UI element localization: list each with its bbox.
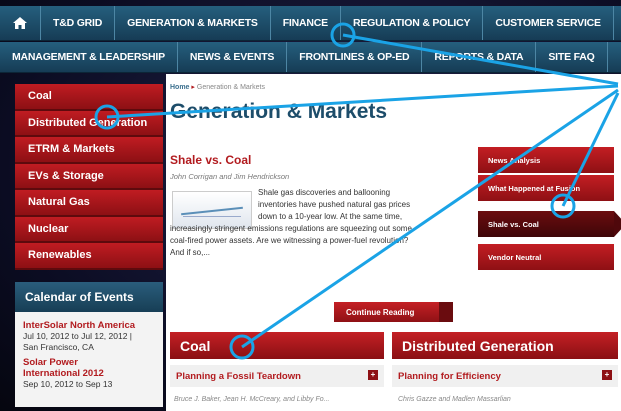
sidebar-item-evs-storage[interactable]: EVs & Storage (15, 163, 163, 190)
right-panel-item-active[interactable]: Shale vs. Coal (478, 211, 621, 237)
section-heading-coal[interactable]: Coal (170, 332, 384, 359)
nav-news-events[interactable]: NEWS & EVENTS (178, 42, 288, 72)
article-byline: John Corrigan and Jim Hendrickson (170, 172, 290, 181)
event-title-line2[interactable]: International 2012 (23, 368, 155, 379)
event-title[interactable]: InterSolar North America (23, 320, 155, 331)
plus-icon[interactable]: + (602, 370, 612, 380)
event-date: Sep 10, 2012 to Sep 13 (23, 378, 113, 389)
breadcrumb-home[interactable]: Home (170, 84, 189, 91)
article-title[interactable]: Shale vs. Coal (170, 153, 251, 167)
top-nav-secondary: MANAGEMENT & LEADERSHIP NEWS & EVENTS FR… (0, 42, 621, 73)
nav-finance[interactable]: FINANCE (271, 6, 341, 40)
event-date: Jul 10, 2012 to Jul 12, 2012 | (23, 330, 133, 341)
right-panel-item[interactable]: Vendor Neutral (478, 244, 614, 270)
sidebar-item-renewables[interactable]: Renewables (15, 243, 163, 270)
section-byline: Bruce J. Baker, Jean H. McCreary, and Li… (174, 396, 330, 403)
breadcrumb-current: Generation & Markets (196, 84, 265, 91)
calendar-list: InterSolar North America Jul 10, 2012 to… (15, 311, 163, 407)
sidebar-item-coal[interactable]: Coal (15, 84, 163, 111)
teaser-line: down to a 10-year low. At the same time, (258, 212, 403, 221)
main-content: Home ▸ Generation & Markets Generation &… (166, 74, 621, 411)
section-article-title: Planning for Efficiency (398, 370, 501, 382)
nav-management-leadership[interactable]: MANAGEMENT & LEADERSHIP (0, 42, 178, 72)
section-article-title: Planning a Fossil Teardown (176, 370, 301, 382)
nav-regulation-policy[interactable]: REGULATION & POLICY (341, 6, 484, 40)
continue-reading-button[interactable]: Continue Reading (334, 302, 453, 322)
sidebar-item-distributed-generation[interactable]: Distributed Generation (15, 110, 163, 137)
plus-icon[interactable]: + (368, 370, 378, 380)
breadcrumb-separator-icon: ▸ (191, 84, 195, 91)
page-title: Generation & Markets (170, 100, 388, 123)
teaser-line: increasingly stringent emissions regulat… (170, 224, 412, 233)
teaser-line: And if so,... (170, 248, 211, 257)
right-panel-item[interactable]: News Analysis (478, 147, 614, 173)
section-byline: Chris Gazze and Madlen Massarlian (398, 396, 511, 403)
event-location: San Francisco, CA (23, 341, 94, 352)
teaser-line: Shale gas discoveries and ballooning (258, 188, 391, 197)
nav-reports-data[interactable]: REPORTS & DATA (422, 42, 537, 72)
sidebar-item-nuclear[interactable]: Nuclear (15, 216, 163, 243)
teaser-line: inventories have pushed natural gas pric… (258, 200, 411, 209)
calendar-heading: Calendar of Events (15, 281, 163, 312)
nav-frontlines-oped[interactable]: FRONTLINES & OP-ED (287, 42, 423, 72)
section-article-link[interactable]: Planning for Efficiency + (392, 365, 618, 387)
section-article-link[interactable]: Planning a Fossil Teardown + (170, 365, 384, 387)
teaser-line: coal-fired power assets. Are we witnessi… (170, 236, 409, 245)
nav-customer-service[interactable]: CUSTOMER SERVICE (483, 6, 614, 40)
sidebar-item-natural-gas[interactable]: Natural Gas (15, 190, 163, 217)
arrow-icon (439, 302, 453, 322)
left-sidebar: Coal Distributed Generation ETRM & Marke… (15, 84, 163, 407)
continue-reading-label: Continue Reading (346, 307, 415, 317)
article-teaser: Shale gas discoveries and ballooning inv… (170, 187, 468, 259)
nav-td-grid[interactable]: T&D GRID (41, 6, 116, 40)
home-icon[interactable] (0, 6, 41, 40)
section-heading-distributed-generation[interactable]: Distributed Generation (392, 332, 618, 359)
right-panel-item[interactable]: What Happened at Fusion (478, 175, 614, 201)
sidebar-item-etrm-markets[interactable]: ETRM & Markets (15, 137, 163, 164)
nav-site-faq[interactable]: SITE FAQ (536, 42, 608, 72)
event-title[interactable]: Solar Power (23, 357, 155, 368)
breadcrumb: Home ▸ Generation & Markets (170, 83, 265, 91)
nav-generation-markets[interactable]: GENERATION & MARKETS (115, 6, 271, 40)
top-nav-primary: T&D GRID GENERATION & MARKETS FINANCE RE… (0, 6, 621, 41)
screenshot: T&D GRID GENERATION & MARKETS FINANCE RE… (0, 0, 621, 411)
